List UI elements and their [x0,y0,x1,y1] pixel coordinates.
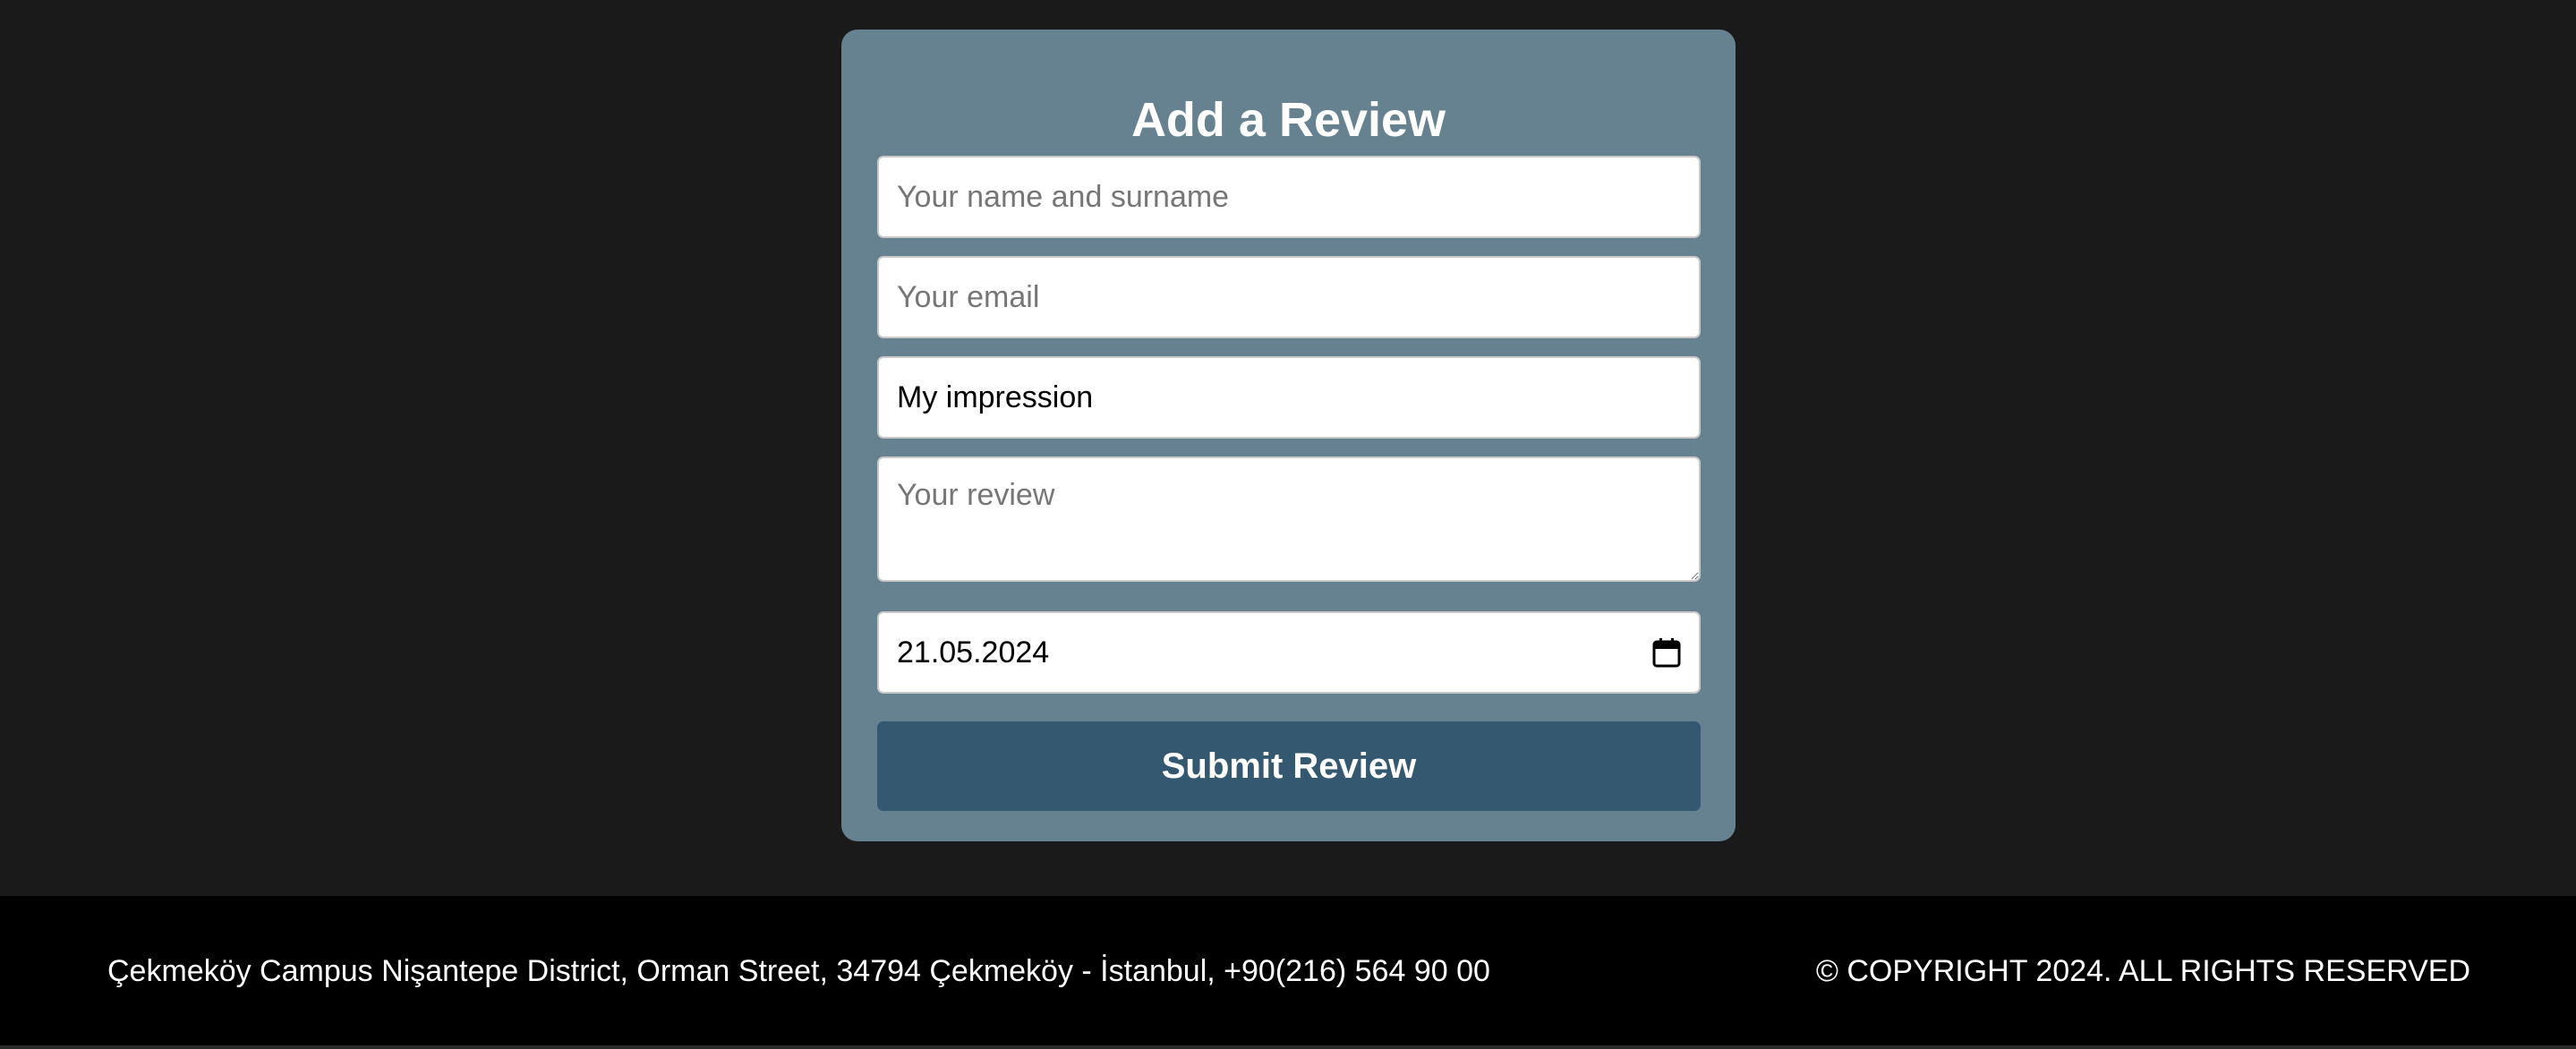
footer-address: Çekmeköy Campus Nişantepe District, Orma… [107,954,1490,988]
footer-divider [0,1045,2576,1049]
email-input[interactable] [877,256,1701,338]
calendar-icon[interactable] [1652,637,1681,668]
site-footer: Çekmeköy Campus Nişantepe District, Orma… [0,896,2576,1045]
review-form-card: Add a Review 21.05.2024 Submit Review [841,30,1736,841]
submit-review-button[interactable]: Submit Review [877,721,1701,811]
date-input[interactable]: 21.05.2024 [877,611,1701,694]
name-input[interactable] [877,156,1701,238]
footer-copyright: © COPYRIGHT 2024. ALL RIGHTS RESERVED [1815,954,2470,988]
date-value: 21.05.2024 [897,635,1050,669]
review-textarea[interactable] [877,456,1701,582]
impression-input[interactable] [877,356,1701,439]
form-title: Add a Review [1130,93,1446,147]
main-content: Add a Review 21.05.2024 Submit Review [0,0,2576,896]
